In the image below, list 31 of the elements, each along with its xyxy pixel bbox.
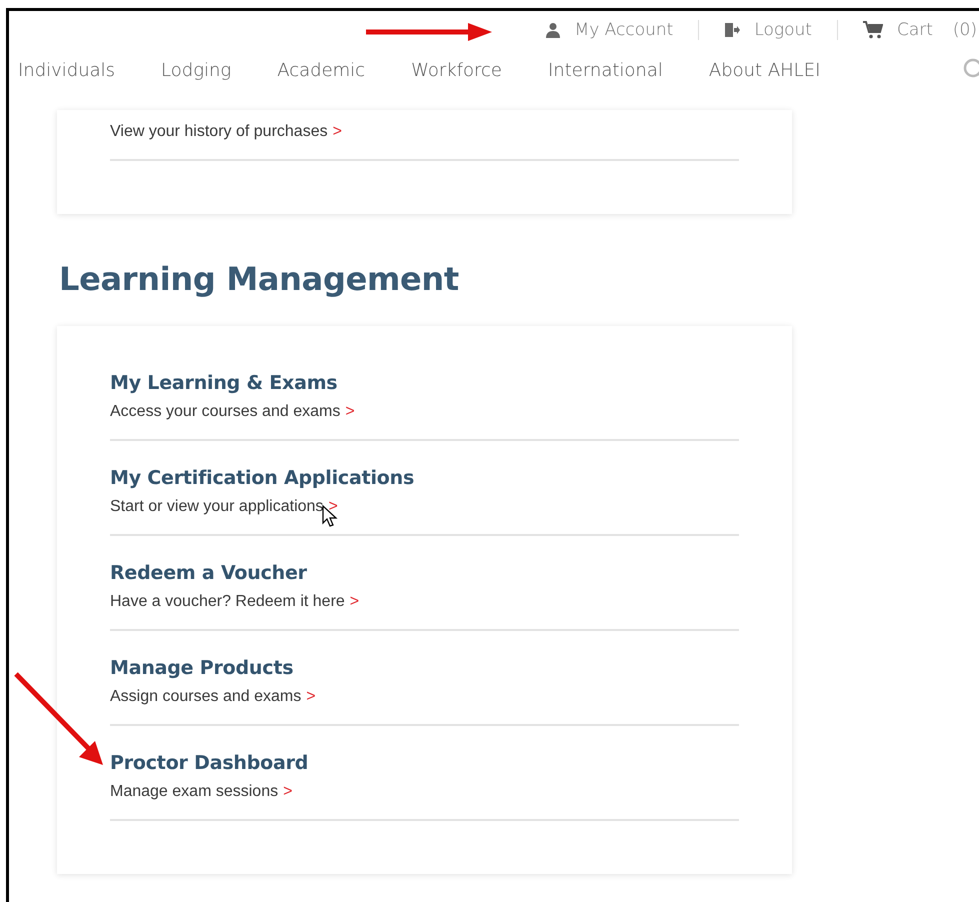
- item-title[interactable]: Manage Products: [110, 657, 294, 679]
- chevron-link[interactable]: >: [345, 403, 355, 420]
- item-description: Manage exam sessions: [110, 783, 278, 800]
- item-title[interactable]: My Certification Applications: [110, 467, 414, 489]
- chevron-link[interactable]: >: [283, 783, 292, 800]
- account-link[interactable]: My Account: [520, 20, 698, 40]
- arrow-icon: [364, 21, 494, 43]
- item-title[interactable]: Proctor Dashboard: [110, 752, 308, 774]
- arrow-icon: [13, 671, 105, 767]
- item-title[interactable]: My Learning & Exams: [110, 372, 338, 394]
- nav-link[interactable]: Individuals: [18, 60, 116, 80]
- nav-link[interactable]: International: [548, 60, 663, 80]
- chevron-link[interactable]: >: [332, 123, 342, 140]
- cart-link[interactable]: Cart (0): [836, 20, 979, 40]
- item-description: Access your courses and exams: [110, 403, 340, 420]
- chevron-link[interactable]: >: [350, 593, 360, 610]
- logout-icon: [724, 22, 740, 38]
- logout-link[interactable]: Logout: [698, 20, 837, 40]
- nav-link[interactable]: Academic: [277, 60, 366, 80]
- account-icon: [544, 22, 561, 38]
- chevron-link[interactable]: >: [306, 688, 316, 705]
- item-description: Start or view your applications: [110, 498, 324, 515]
- item-description: Have a voucher? Redeem it here: [110, 593, 345, 610]
- nav-link[interactable]: About AHLEI: [708, 60, 820, 80]
- item-title[interactable]: Redeem a Voucher: [110, 562, 307, 584]
- section-heading: Learning Management: [59, 260, 460, 298]
- nav-link[interactable]: Workforce: [411, 60, 502, 80]
- cart-icon: [862, 21, 883, 39]
- item-description: Assign courses and exams: [110, 688, 302, 705]
- nav-link[interactable]: Lodging: [161, 60, 232, 80]
- item-description: View your history of purchases: [110, 123, 328, 140]
